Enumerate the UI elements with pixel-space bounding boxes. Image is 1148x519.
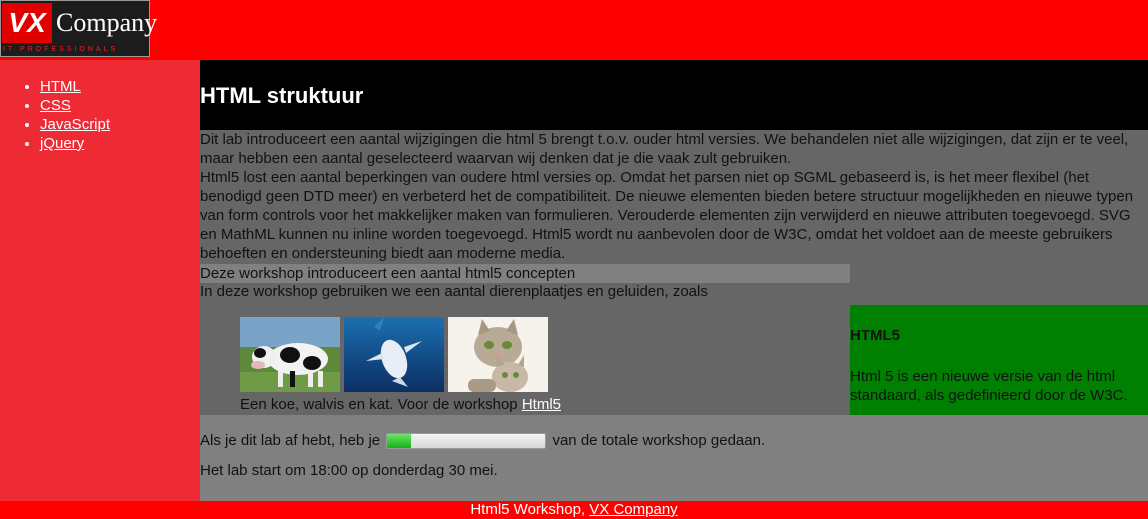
intro-paragraph-1: Dit lab introduceert een aantal wijzigin… [200, 131, 1129, 167]
nav-link-html[interactable]: HTML [40, 78, 81, 95]
html5-aside: HTML5 Html 5 is een nieuwe versie van de… [850, 305, 1148, 420]
lab-info: Als je dit lab af hebt, heb je van de to… [200, 415, 1148, 501]
cat-image [448, 317, 548, 392]
nav-item-html: HTML [40, 77, 200, 96]
sidebar-nav: HTML CSS JavaScript jQuery [0, 60, 200, 501]
nav-link-css[interactable]: CSS [40, 97, 71, 114]
progress-line: Als je dit lab af hebt, heb je van de to… [200, 431, 765, 450]
nav-item-javascript: JavaScript [40, 115, 200, 134]
workshop-progress-bar [386, 433, 547, 450]
page-header: HTML struktuur [200, 60, 1148, 130]
page-footer: Html5 Workshop, VX Company [0, 501, 1148, 519]
article-section: Dit lab introduceert een aantal wijzigin… [200, 130, 1148, 420]
main-content: HTML struktuur Dit lab introduceert een … [200, 60, 1148, 501]
highlight-line: Deze workshop introduceert een aantal ht… [200, 264, 850, 283]
intro-paragraph-2: Html5 lost een aantal beperkingen van ou… [200, 169, 1134, 262]
figure-caption: Een koe, walvis en kat. Voor de workshop… [240, 395, 561, 414]
progress-fill [387, 434, 411, 449]
logo-mark: VX [2, 3, 52, 43]
nav-link-javascript[interactable]: JavaScript [40, 116, 110, 133]
logo-name: Company [56, 8, 158, 37]
header-bar: VX Company IT PROFESSIONALS [0, 0, 1148, 60]
nav-item-jquery: jQuery [40, 134, 200, 153]
aside-text: Html 5 is een nieuwe versie van de html … [850, 368, 1128, 404]
nav-list: HTML CSS JavaScript jQuery [0, 60, 200, 153]
footer-vx-company-link[interactable]: VX Company [589, 501, 677, 518]
progress-text-before: Als je dit lab af hebt, heb je [200, 432, 381, 449]
logo-tagline: IT PROFESSIONALS [3, 46, 119, 53]
vx-company-logo[interactable]: VX Company IT PROFESSIONALS [0, 0, 157, 57]
animals-intro: In deze workshop gebruiken we een aantal… [200, 283, 708, 300]
intro-text: Dit lab introduceert een aantal wijzigin… [200, 130, 1140, 263]
nav-link-jquery[interactable]: jQuery [40, 135, 84, 152]
nav-item-css: CSS [40, 96, 200, 115]
page-title: HTML struktuur [200, 83, 364, 108]
whale-image [344, 317, 444, 392]
cow-image [240, 317, 340, 392]
footer-text: Html5 Workshop, [470, 501, 590, 518]
aside-title: HTML5 [850, 327, 900, 344]
lab-start-time: Het lab start om 18:00 op donderdag 30 m… [200, 462, 498, 479]
progress-text-after: van de totale workshop gedaan. [552, 432, 766, 449]
caption-text: Een koe, walvis en kat. Voor de workshop [240, 396, 522, 413]
html5-link[interactable]: Html5 [522, 396, 561, 413]
